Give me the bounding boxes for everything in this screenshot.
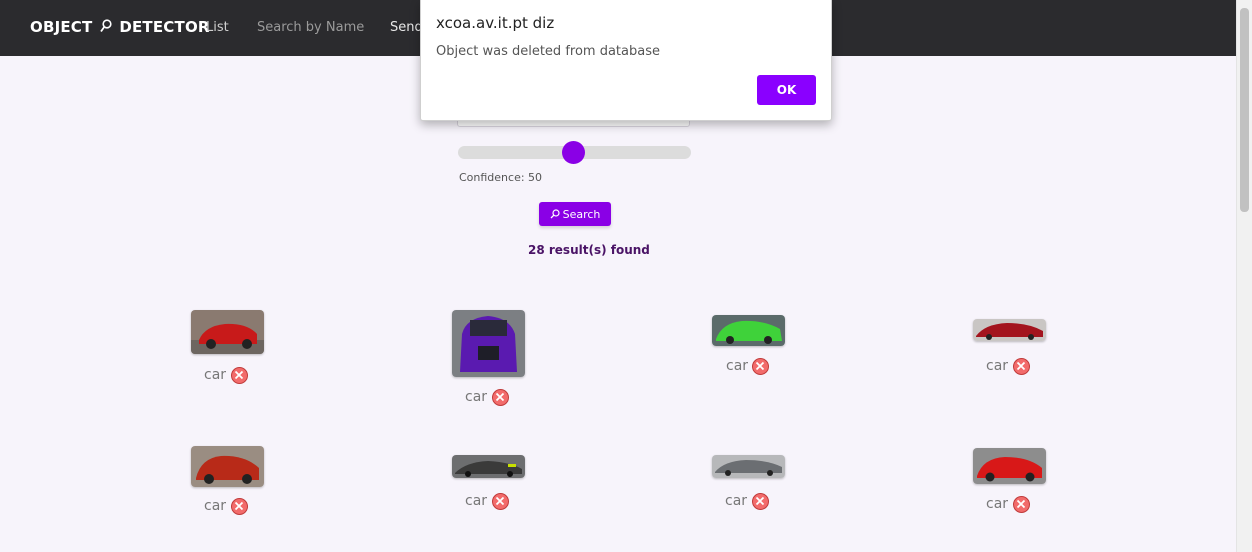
- close-icon: [234, 501, 244, 511]
- green-car-photo-icon: [712, 315, 785, 346]
- scrollbar-thumb[interactable]: [1240, 8, 1249, 212]
- result-label: car: [465, 389, 488, 405]
- result-thumbnail[interactable]: [973, 448, 1046, 484]
- alert-message: Object was deleted from database: [436, 44, 660, 59]
- red-suv-photo-icon: [191, 446, 264, 487]
- alert-dialog: xcoa.av.it.pt diz Object was deleted fro…: [420, 0, 832, 121]
- result-label: car: [204, 367, 227, 383]
- magnifier-icon: [100, 19, 112, 33]
- result-thumbnail[interactable]: [712, 455, 785, 478]
- nav-link-list[interactable]: List: [206, 20, 229, 35]
- page-scrollbar[interactable]: [1236, 0, 1252, 552]
- gray-sedan-photo-icon: [712, 455, 785, 478]
- nav-link-search-by-name[interactable]: Search by Name: [257, 20, 364, 35]
- close-icon: [1016, 499, 1026, 509]
- ok-button[interactable]: OK: [757, 75, 816, 105]
- close-icon: [495, 392, 505, 402]
- delete-button[interactable]: [231, 498, 248, 515]
- delete-button[interactable]: [752, 358, 769, 375]
- delete-button[interactable]: [752, 493, 769, 510]
- close-icon: [234, 370, 244, 380]
- result-label: car: [204, 498, 227, 514]
- confidence-slider-thumb[interactable]: [562, 141, 585, 164]
- search-icon: [550, 209, 560, 219]
- result-label: car: [726, 358, 749, 374]
- results-count: 28 result(s) found: [528, 243, 650, 257]
- result-thumbnail[interactable]: [973, 319, 1046, 341]
- result-thumbnail[interactable]: [191, 446, 264, 487]
- close-icon: [755, 496, 765, 506]
- delete-button[interactable]: [492, 493, 509, 510]
- search-button[interactable]: Search: [539, 202, 611, 226]
- result-label: car: [986, 358, 1009, 374]
- result-thumbnail[interactable]: [452, 310, 525, 377]
- brand-text-detector: DETECTOR: [119, 18, 210, 36]
- red-car-photo-icon: [191, 310, 264, 354]
- result-label: car: [986, 496, 1009, 512]
- result-label: car: [725, 493, 748, 509]
- delete-button[interactable]: [492, 389, 509, 406]
- nav-link-send[interactable]: Send: [390, 20, 423, 35]
- purple-car-photo-icon: [452, 310, 525, 377]
- result-thumbnail[interactable]: [452, 455, 525, 478]
- dark-supercar-photo-icon: [452, 455, 525, 478]
- result-label: car: [465, 493, 488, 509]
- result-thumbnail[interactable]: [191, 310, 264, 354]
- delete-button[interactable]: [1013, 496, 1030, 513]
- close-icon: [755, 361, 765, 371]
- brand-logo[interactable]: OBJECT DETECTOR: [30, 18, 210, 36]
- delete-button[interactable]: [231, 367, 248, 384]
- red-sportscar-photo-icon: [973, 448, 1046, 484]
- brand-text-object: OBJECT: [30, 18, 93, 36]
- close-icon: [1016, 361, 1026, 371]
- red-sedan-photo-icon: [973, 319, 1046, 341]
- alert-title: xcoa.av.it.pt diz: [436, 14, 555, 32]
- close-icon: [495, 496, 505, 506]
- delete-button[interactable]: [1013, 358, 1030, 375]
- search-button-label: Search: [562, 207, 601, 221]
- confidence-label: Confidence: 50: [459, 171, 543, 184]
- result-thumbnail[interactable]: [712, 315, 785, 346]
